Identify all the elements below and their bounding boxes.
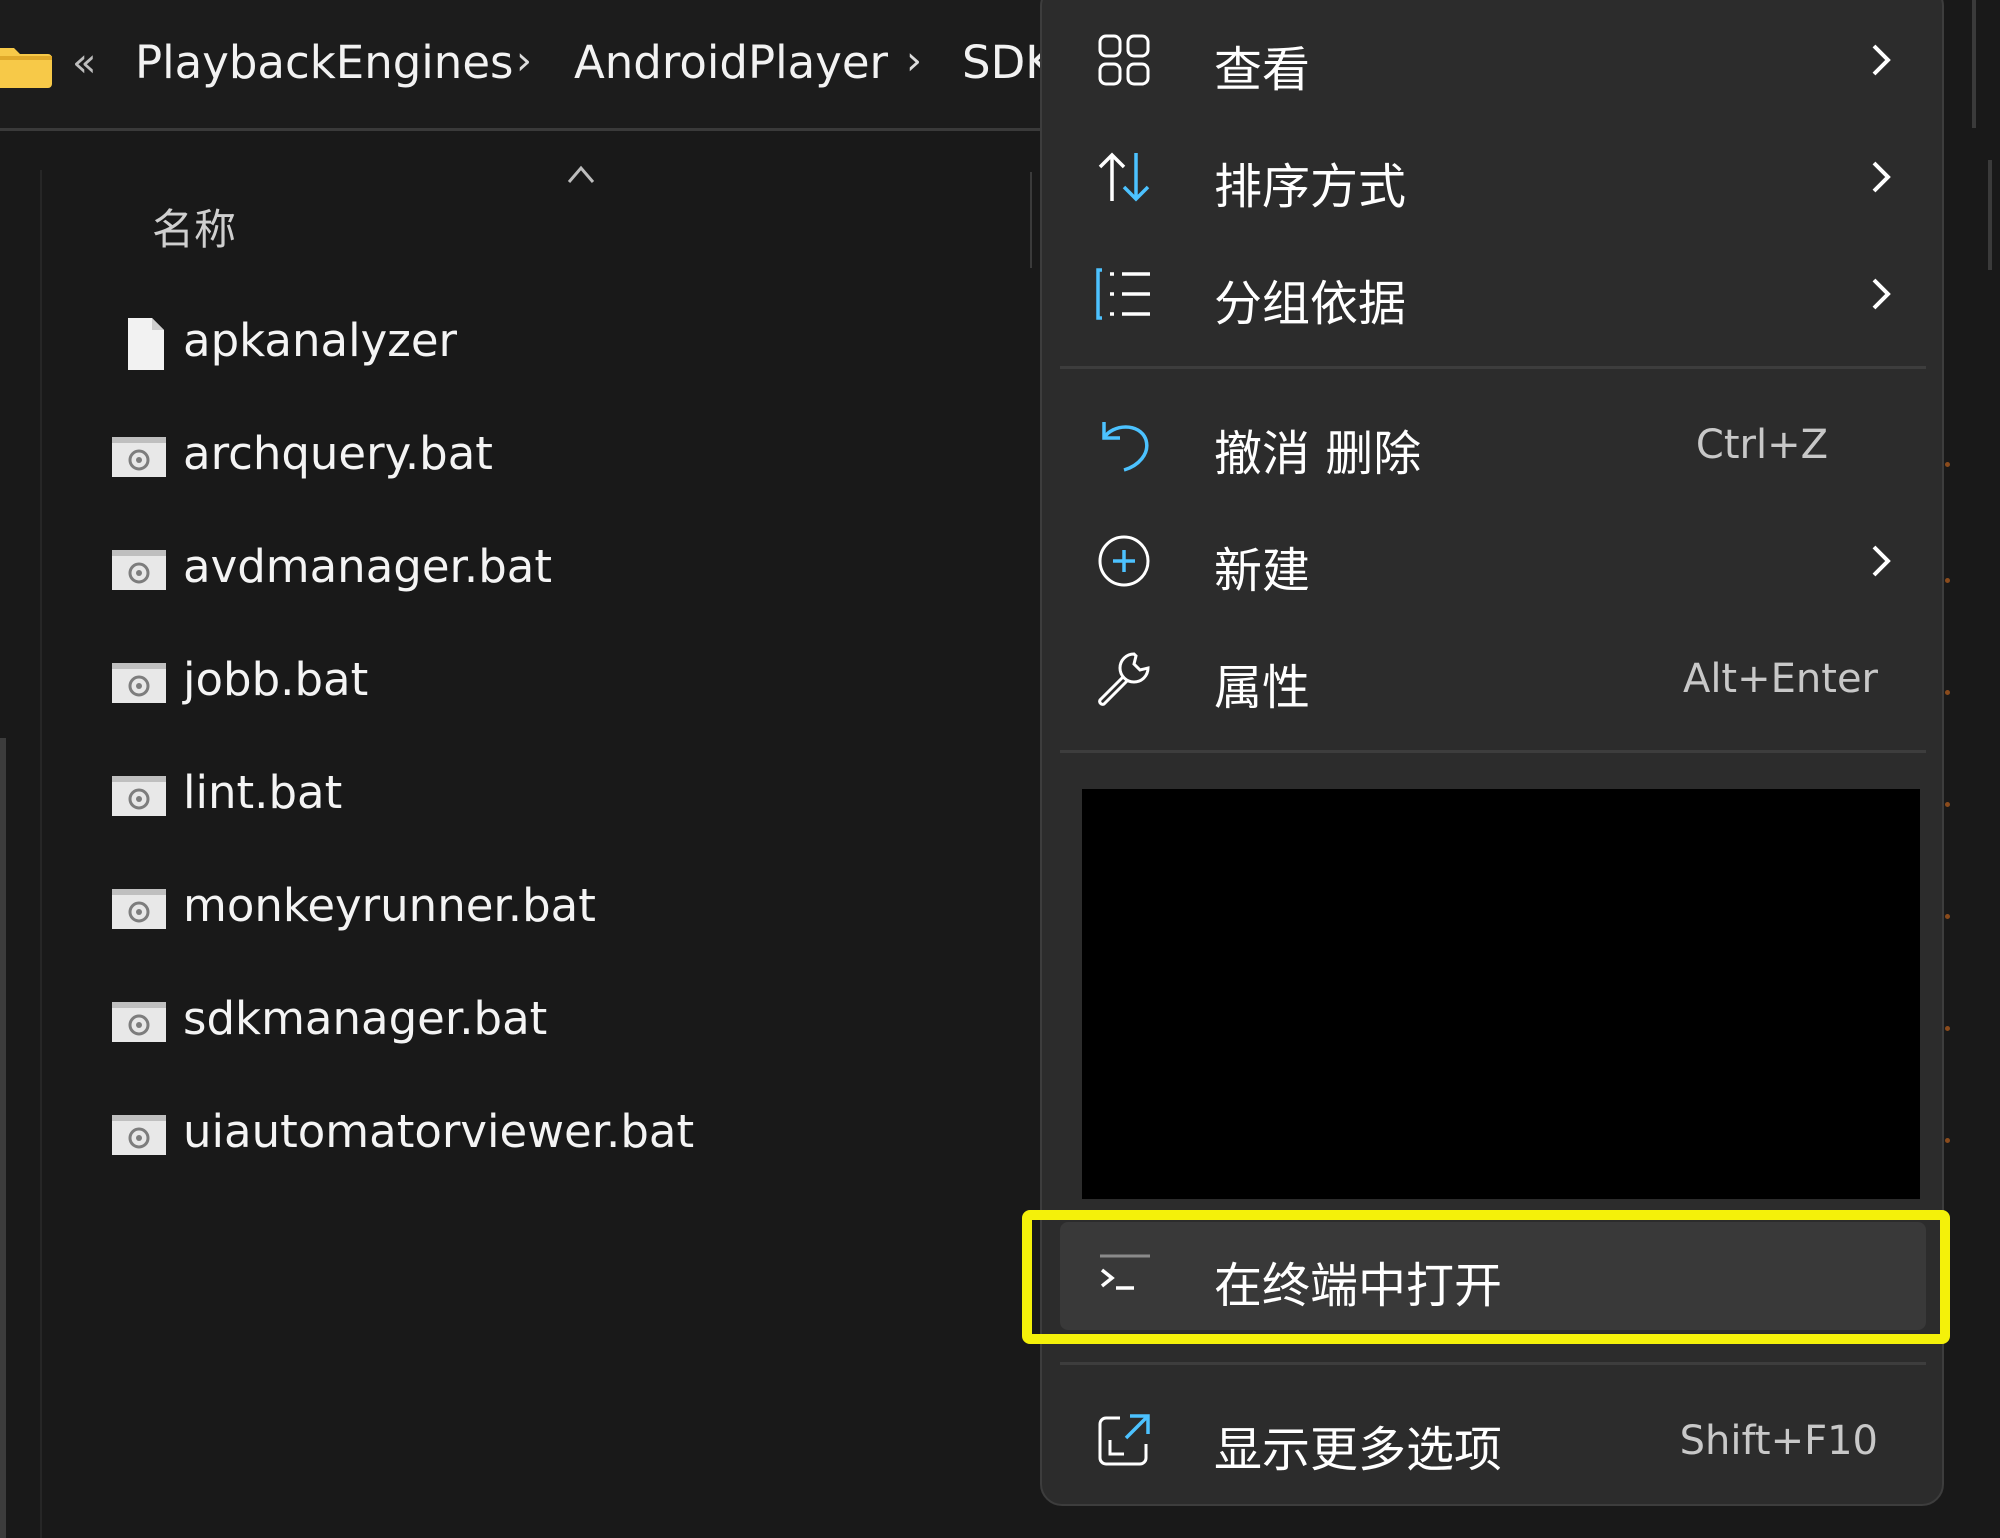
menu-item-label: 排序方式 [1214,159,1407,215]
menu-item-shortcut: Alt+Enter [1682,656,1878,702]
grid-view-icon [1098,34,1150,86]
menu-item-label: 显示更多选项 [1214,1422,1503,1478]
file-name: uiautomatorviewer.bat [183,1105,695,1158]
window-edge [1972,0,1976,128]
file-name: lint.bat [183,766,343,819]
menu-item-label: 查看 [1214,42,1311,98]
batch-file-icon [112,663,166,703]
menu-item-properties[interactable]: 属性 Alt+Enter [1060,624,1926,732]
menu-item-shortcut: Ctrl+Z [1695,422,1828,468]
batch-file-icon [112,437,166,477]
sort-arrows-icon [1098,152,1150,202]
batch-file-icon [112,1115,166,1155]
folder-icon [0,48,52,88]
chevron-right-icon [1872,545,1891,577]
address-bar: « PlaybackEngines › AndroidPlayer › SDK [0,0,1055,131]
chevron-right-icon [1872,161,1891,193]
decorative-dot [1945,1138,1950,1143]
breadcrumb-overflow-button[interactable]: « [72,40,96,86]
terminal-icon [1100,1254,1150,1290]
menu-item-view[interactable]: 查看 [1060,6,1926,114]
menu-item-new[interactable]: 新建 [1060,507,1926,615]
sort-ascending-icon[interactable] [566,162,596,186]
menu-item-shortcut: Shift+F10 [1679,1418,1878,1464]
breadcrumb-separator[interactable]: › [516,38,532,84]
file-name: apkanalyzer [183,314,458,367]
file-row-avdmanager[interactable]: avdmanager.bat [100,518,1000,618]
blank-file-icon [128,318,164,370]
context-menu: 查看 排序方式 分组依据 撤消 删除 Ctrl+Z 新建 属性 Alt+Ente… [1040,0,1944,1506]
breadcrumb-item-androidplayer[interactable]: AndroidPlayer [574,36,888,89]
batch-file-icon [112,550,166,590]
menu-item-show-more-options[interactable]: 显示更多选项 Shift+F10 [1060,1386,1926,1494]
group-list-icon [1096,268,1150,320]
chevron-right-icon [1872,278,1891,310]
breadcrumb-item-playbackengines[interactable]: PlaybackEngines [135,36,513,89]
menu-item-label: 新建 [1214,543,1311,599]
file-row-uiautomatorviewer[interactable]: uiautomatorviewer.bat [100,1083,1000,1183]
file-row-sdkmanager[interactable]: sdkmanager.bat [100,970,1000,1070]
file-name: avdmanager.bat [183,540,552,593]
decorative-dot [1945,914,1950,919]
menu-divider [1060,1362,1926,1365]
column-header-name[interactable]: 名称 [152,196,236,257]
menu-item-label: 在终端中打开 [1214,1258,1503,1314]
decorative-dot [1945,578,1950,583]
decorative-dot [1945,802,1950,807]
menu-divider [1060,750,1926,753]
wrench-icon [1098,652,1150,706]
column-divider[interactable] [1030,172,1032,268]
batch-file-icon [112,1002,166,1042]
file-name: sdkmanager.bat [183,992,548,1045]
file-name: archquery.bat [183,427,493,480]
undo-icon [1102,422,1149,472]
chevron-right-icon [1872,44,1891,76]
batch-file-icon [112,776,166,816]
menu-divider [1060,366,1926,369]
plus-circle-icon [1098,535,1150,587]
scrollbar-track[interactable] [0,738,6,1538]
file-name: jobb.bat [183,653,369,706]
decorative-dot [1945,462,1950,467]
file-row-archquery[interactable]: archquery.bat [100,405,1000,505]
window-edge [1988,160,1992,270]
expand-icon [1098,1414,1150,1466]
pane-divider [40,170,42,1538]
file-row-monkeyrunner[interactable]: monkeyrunner.bat [100,857,1000,957]
menu-item-label: 分组依据 [1214,276,1407,332]
decorative-dot [1945,1026,1950,1031]
menu-preview-area [1082,789,1920,1199]
file-row-jobb[interactable]: jobb.bat [100,631,1000,731]
menu-item-sort[interactable]: 排序方式 [1060,123,1926,231]
decorative-dot [1945,690,1950,695]
menu-item-open-in-terminal[interactable]: 在终端中打开 [1060,1222,1926,1330]
menu-item-group-by[interactable]: 分组依据 [1060,240,1926,348]
menu-item-label: 属性 [1214,660,1311,716]
batch-file-icon [112,889,166,929]
breadcrumb-separator[interactable]: › [906,38,922,84]
file-name: monkeyrunner.bat [183,879,596,932]
menu-item-label: 撤消 删除 [1214,426,1422,482]
file-row-apkanalyzer[interactable]: apkanalyzer [100,292,1000,392]
file-row-lint[interactable]: lint.bat [100,744,1000,844]
menu-item-undo-delete[interactable]: 撤消 删除 Ctrl+Z [1060,390,1926,498]
